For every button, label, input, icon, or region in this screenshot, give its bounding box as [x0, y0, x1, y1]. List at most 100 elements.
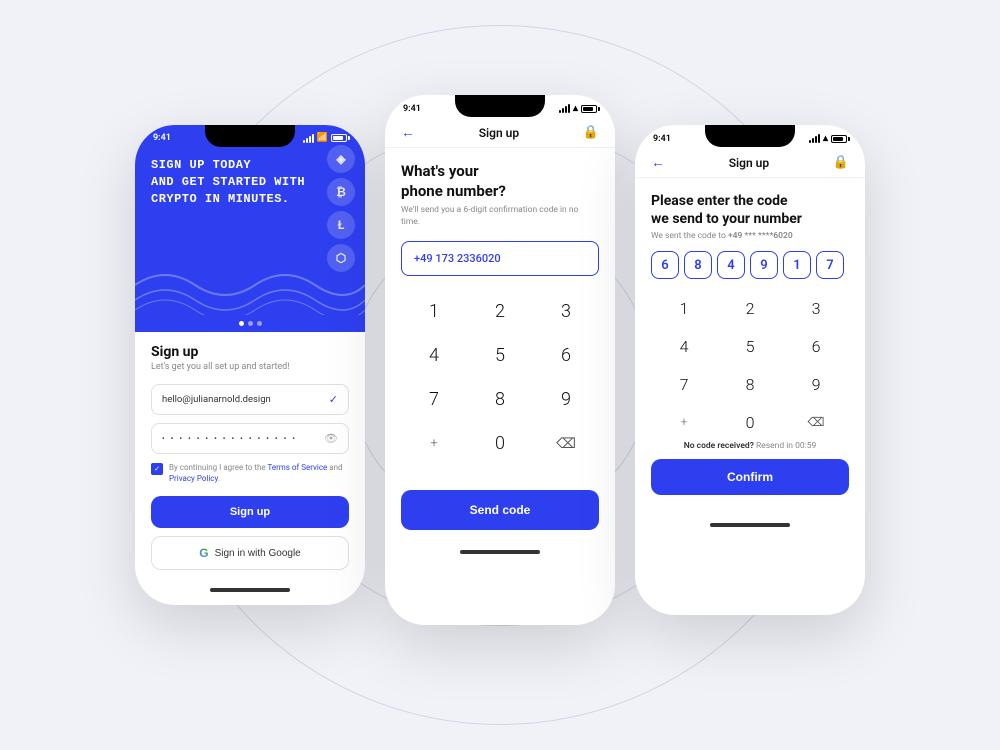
signal-bar-3 — [309, 136, 311, 143]
code-chip-4[interactable]: 9 — [750, 251, 778, 279]
signal-icon-1 — [303, 134, 314, 143]
wifi-icon-3: ▴ — [823, 133, 828, 144]
battery-fill-3 — [833, 137, 843, 141]
key-2[interactable]: 2 — [467, 290, 533, 334]
home-bar-1 — [210, 588, 290, 592]
key-0[interactable]: 0 — [467, 422, 533, 466]
status-icons-3: ▴ — [809, 133, 847, 144]
dots-indicator — [135, 315, 365, 332]
s1 — [559, 110, 561, 113]
s2 — [562, 108, 564, 113]
send-code-container: Send code — [385, 480, 615, 544]
signup-content: Sign up Let's get you all set up and sta… — [135, 332, 365, 582]
code-desc: We sent the code to +49 *** ****6020 — [651, 231, 849, 241]
resend-row: No code received? Resend in 00:59 — [651, 441, 849, 451]
hero-section: 9:41 📶 ◈ ₿ Ł — [135, 125, 365, 315]
sm-key-1[interactable]: 1 — [651, 289, 717, 327]
crypto-icons: ◈ ₿ Ł ⬡ — [327, 145, 355, 272]
signup-subtitle: Let's get you all set up and started! — [151, 362, 349, 372]
dot-1 — [239, 321, 244, 326]
sb3 — [815, 136, 817, 143]
phones-container: 9:41 📶 ◈ ₿ Ł — [135, 95, 865, 655]
google-signin-button[interactable]: G Sign in with Google — [151, 536, 349, 570]
litecoin-icon: Ł — [327, 211, 355, 239]
key-backspace[interactable]: ⌫ — [533, 422, 599, 466]
phone3-content: Please enter the codewe send to your num… — [635, 178, 865, 517]
password-field[interactable]: • • • • • • • • • • • • • • • • 👁 — [151, 423, 349, 454]
ethereum-icon: ◈ — [327, 145, 355, 173]
send-code-button[interactable]: Send code — [401, 490, 599, 530]
notch-2 — [455, 95, 545, 117]
key-6[interactable]: 6 — [533, 334, 599, 378]
google-logo: G — [199, 546, 208, 560]
wifi-icon-2: ▴ — [573, 103, 578, 114]
notch-3 — [705, 125, 795, 147]
signal-bar-1 — [303, 140, 305, 143]
wave-pattern — [135, 255, 365, 315]
signal-bar-2 — [306, 138, 308, 143]
key-4[interactable]: 4 — [401, 334, 467, 378]
dot-3 — [257, 321, 262, 326]
phone-input[interactable]: +49 173 2336020 — [401, 241, 599, 276]
signup-button[interactable]: Sign up — [151, 496, 349, 528]
email-field[interactable]: hello@julianarnold.design ✓ — [151, 384, 349, 415]
resend-link[interactable]: Resend in 00:59 — [756, 441, 816, 451]
sm-key-2[interactable]: 2 — [717, 289, 783, 327]
phone2-content: What's yourphone number? We'll send you … — [385, 148, 615, 480]
sm-key-9[interactable]: 9 — [783, 365, 849, 403]
key-9[interactable]: 9 — [533, 378, 599, 422]
phone-number: 9:41 ▴ ← Sign up 🔒 What's yourphone numb… — [385, 95, 615, 625]
code-chip-3[interactable]: 4 — [717, 251, 745, 279]
check-icon: ✓ — [329, 393, 338, 406]
sm-key-0[interactable]: 0 — [717, 403, 783, 441]
email-value: hello@julianarnold.design — [162, 394, 271, 405]
signup-title: Sign up — [151, 344, 349, 360]
terms-text: By continuing I agree to the Terms of Se… — [169, 462, 349, 484]
sm-key-4[interactable]: 4 — [651, 327, 717, 365]
sb1 — [809, 140, 811, 143]
home-bar-2 — [460, 550, 540, 554]
terms-link-2[interactable]: Privacy Policy — [169, 474, 218, 483]
code-chip-6[interactable]: 7 — [816, 251, 844, 279]
sm-key-3[interactable]: 3 — [783, 289, 849, 327]
notch-1 — [205, 125, 295, 147]
lock-icon-2: 🔒 — [583, 125, 599, 140]
google-button-label: Sign in with Google — [215, 548, 301, 559]
key-7[interactable]: 7 — [401, 378, 467, 422]
battery-fill-2 — [583, 107, 593, 111]
terms-link-1[interactable]: Terms of Service — [267, 463, 327, 472]
sb2 — [812, 138, 814, 143]
key-1[interactable]: 1 — [401, 290, 467, 334]
code-chip-2[interactable]: 8 — [684, 251, 712, 279]
key-3[interactable]: 3 — [533, 290, 599, 334]
back-button-3[interactable]: ← — [651, 154, 665, 171]
phone2-header: ← Sign up 🔒 — [385, 118, 615, 148]
signal-icon-2 — [559, 104, 570, 113]
terms-row: By continuing I agree to the Terms of Se… — [151, 462, 349, 484]
confirm-button[interactable]: Confirm — [651, 459, 849, 495]
phone-desc: We'll send you a 6-digit confirmation co… — [401, 205, 599, 229]
sm-key-8[interactable]: 8 — [717, 365, 783, 403]
status-icons-2: ▴ — [559, 103, 597, 114]
back-button-2[interactable]: ← — [401, 124, 415, 141]
sm-key-7[interactable]: 7 — [651, 365, 717, 403]
key-5[interactable]: 5 — [467, 334, 533, 378]
dot-2 — [248, 321, 253, 326]
s3 — [565, 106, 567, 113]
signal-icon-3 — [809, 134, 820, 143]
battery-fill-1 — [333, 136, 343, 140]
numpad-2: 1 2 3 4 5 6 7 8 9 + 0 ⌫ — [401, 290, 599, 466]
code-chip-5[interactable]: 1 — [783, 251, 811, 279]
sm-key-6[interactable]: 6 — [783, 327, 849, 365]
key-plus[interactable]: + — [401, 422, 467, 466]
terms-checkbox[interactable] — [151, 463, 163, 475]
code-chip-1[interactable]: 6 — [651, 251, 679, 279]
sb4 — [818, 134, 820, 143]
sm-key-backspace[interactable]: ⌫ — [783, 403, 849, 441]
eye-icon: 👁 — [324, 432, 338, 445]
code-question: Please enter the codewe send to your num… — [651, 192, 849, 228]
key-8[interactable]: 8 — [467, 378, 533, 422]
s4 — [568, 104, 570, 113]
sm-key-5[interactable]: 5 — [717, 327, 783, 365]
sm-key-plus[interactable]: + — [651, 403, 717, 441]
